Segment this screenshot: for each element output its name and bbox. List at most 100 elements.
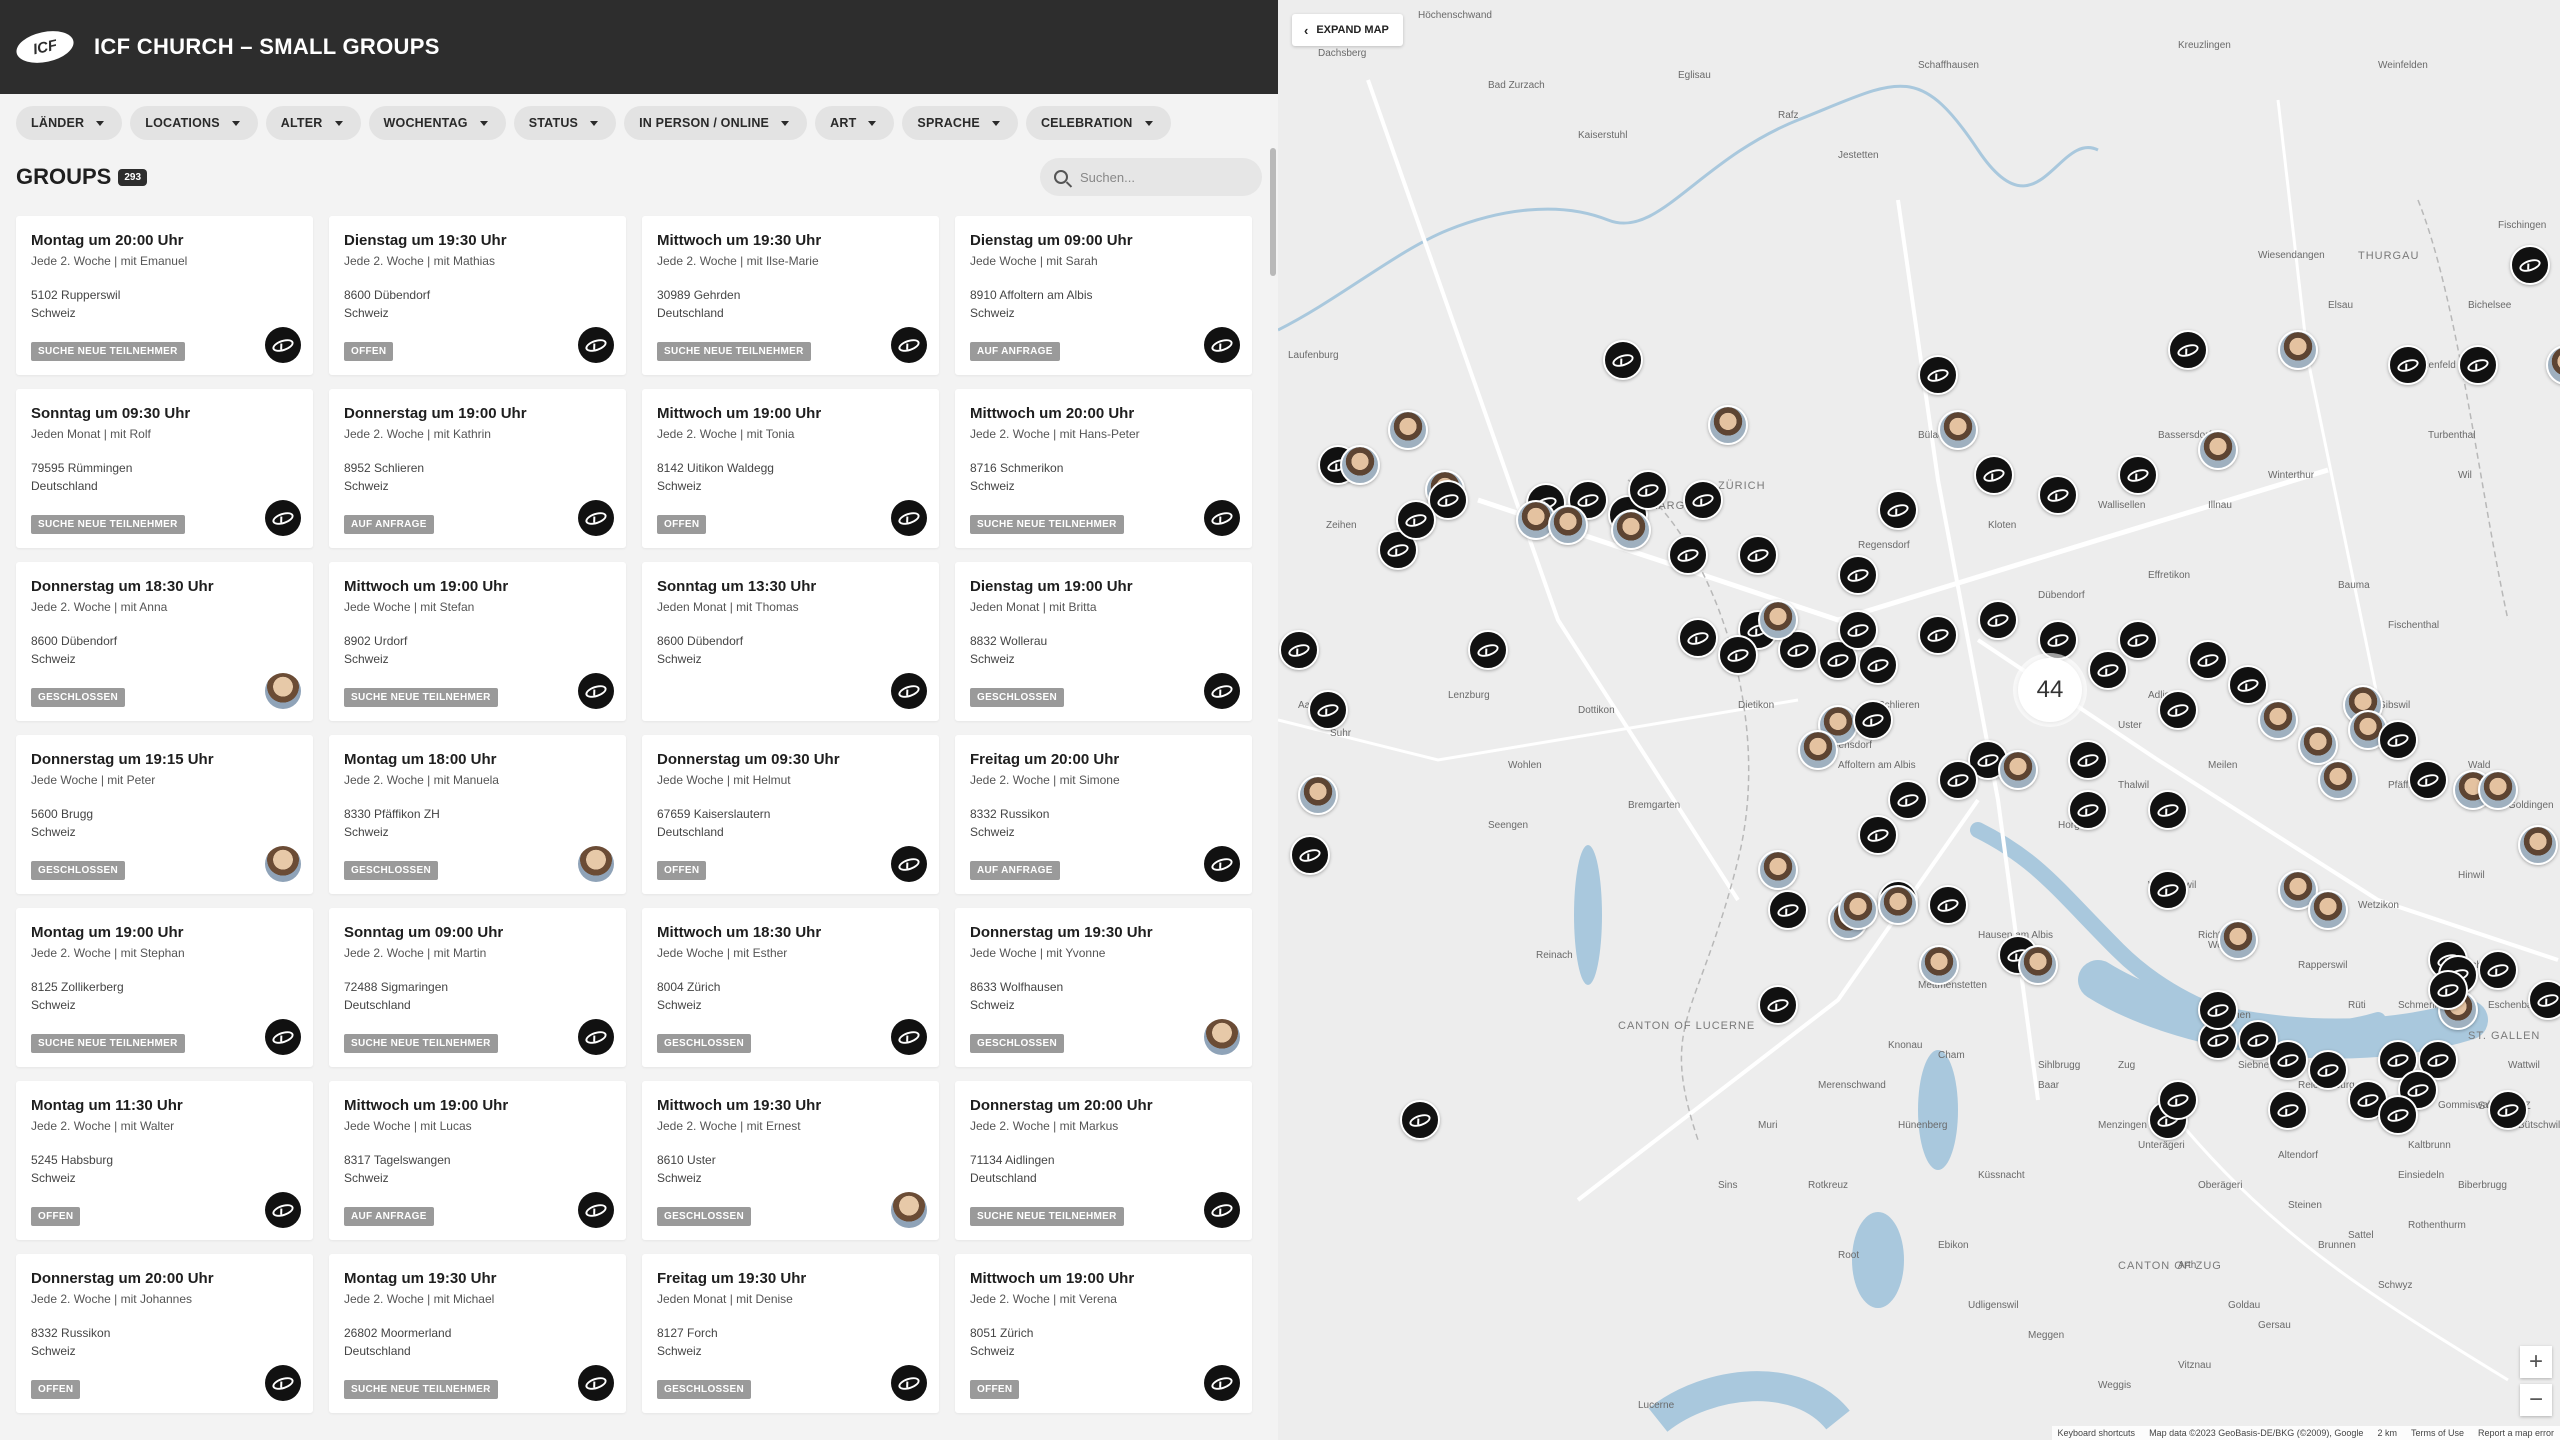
- map-group-marker[interactable]: [1628, 470, 1668, 510]
- map-group-marker[interactable]: [2488, 1090, 2528, 1130]
- map-photo-marker[interactable]: [1838, 890, 1878, 930]
- map-group-marker[interactable]: [1928, 885, 1968, 925]
- group-card[interactable]: Donnerstag um 18:30 Uhr Jede 2. Woche | m…: [16, 562, 313, 721]
- icf-logo[interactable]: ICF: [13, 26, 77, 68]
- map-group-marker[interactable]: [2088, 650, 2128, 690]
- map-group-marker[interactable]: [2038, 475, 2078, 515]
- map-group-marker[interactable]: [2228, 665, 2268, 705]
- map-group-marker[interactable]: [1308, 690, 1348, 730]
- filter-dropdown[interactable]: SPRACHE: [902, 106, 1018, 140]
- search-box[interactable]: [1040, 158, 1262, 196]
- group-card[interactable]: Donnerstag um 19:00 Uhr Jede 2. Woche | m…: [329, 389, 626, 548]
- filter-dropdown[interactable]: ART: [815, 106, 895, 140]
- map-group-marker[interactable]: [1279, 630, 1319, 670]
- group-card[interactable]: Montag um 20:00 Uhr Jede 2. Woche | mit E…: [16, 216, 313, 375]
- map-group-marker[interactable]: [1838, 555, 1878, 595]
- map-photo-marker[interactable]: [2478, 770, 2518, 810]
- map-group-marker[interactable]: [1858, 645, 1898, 685]
- group-card[interactable]: Dienstag um 19:00 Uhr Jeden Monat | mit B…: [955, 562, 1252, 721]
- group-card[interactable]: Donnerstag um 19:15 Uhr Jede Woche | mit …: [16, 735, 313, 894]
- group-card[interactable]: Montag um 18:00 Uhr Jede 2. Woche | mit M…: [329, 735, 626, 894]
- map-group-marker[interactable]: [2038, 620, 2078, 660]
- map-photo-marker[interactable]: [2258, 700, 2298, 740]
- filter-dropdown[interactable]: CELEBRATION: [1025, 106, 1171, 140]
- map-group-marker[interactable]: [2118, 620, 2158, 660]
- map-group-marker[interactable]: [1738, 535, 1778, 575]
- expand-map-button[interactable]: ‹ EXPAND MAP: [1292, 14, 1403, 46]
- map-photo-marker[interactable]: [1758, 850, 1798, 890]
- map-group-marker[interactable]: [2378, 1095, 2418, 1135]
- group-card[interactable]: Montag um 19:00 Uhr Jede 2. Woche | mit S…: [16, 908, 313, 1067]
- map-photo-marker[interactable]: [1611, 510, 1651, 550]
- map-photo-marker[interactable]: [2278, 330, 2318, 370]
- filter-dropdown[interactable]: LOCATIONS: [130, 106, 258, 140]
- group-card[interactable]: Dienstag um 19:30 Uhr Jede 2. Woche | mit…: [329, 216, 626, 375]
- group-card[interactable]: Donnerstag um 20:00 Uhr Jede 2. Woche | m…: [955, 1081, 1252, 1240]
- map-group-marker[interactable]: [2148, 790, 2188, 830]
- map-photo-marker[interactable]: [1758, 600, 1798, 640]
- map-panel[interactable]: HöchenschwandDachsbergLaufenburgZeihenAa…: [1278, 0, 2560, 1440]
- map-photo-marker[interactable]: [1298, 775, 1338, 815]
- map-group-marker[interactable]: [2308, 1050, 2348, 1090]
- group-card[interactable]: Mittwoch um 19:00 Uhr Jede 2. Woche | mit…: [955, 1254, 1252, 1413]
- map-photo-marker[interactable]: [1998, 750, 2038, 790]
- map-photo-marker[interactable]: [2318, 760, 2358, 800]
- report-error-link[interactable]: Report a map error: [2478, 1428, 2554, 1438]
- map-group-marker[interactable]: [1468, 630, 1508, 670]
- group-card[interactable]: Montag um 11:30 Uhr Jede 2. Woche | mit W…: [16, 1081, 313, 1240]
- filter-dropdown[interactable]: ALTER: [265, 106, 361, 140]
- map-group-marker[interactable]: [1668, 535, 1708, 575]
- map-group-marker[interactable]: [2388, 345, 2428, 385]
- group-card[interactable]: Sonntag um 13:30 Uhr Jeden Monat | mit Th…: [642, 562, 939, 721]
- map-group-marker[interactable]: [2510, 245, 2550, 285]
- map-group-marker[interactable]: [1396, 500, 1436, 540]
- search-input[interactable]: [1080, 169, 1240, 185]
- map-photo-marker[interactable]: [1878, 885, 1918, 925]
- map-group-marker[interactable]: [2378, 720, 2418, 760]
- map-group-marker[interactable]: [1678, 618, 1718, 658]
- group-card[interactable]: Sonntag um 09:00 Uhr Jede 2. Woche | mit …: [329, 908, 626, 1067]
- zoom-out-button[interactable]: −: [2520, 1384, 2552, 1416]
- map-group-marker[interactable]: [1978, 600, 2018, 640]
- filter-dropdown[interactable]: LÄNDER: [16, 106, 123, 140]
- map-group-marker[interactable]: [2238, 1020, 2278, 1060]
- group-card[interactable]: Mittwoch um 19:30 Uhr Jede 2. Woche | mit…: [642, 216, 939, 375]
- map-group-marker[interactable]: [2118, 455, 2158, 495]
- group-card[interactable]: Mittwoch um 19:00 Uhr Jede 2. Woche | mit…: [642, 389, 939, 548]
- filter-dropdown[interactable]: WOCHENTAG: [368, 106, 506, 140]
- group-card[interactable]: Donnerstag um 19:30 Uhr Jede Woche | mit …: [955, 908, 1252, 1067]
- map-group-marker[interactable]: [1683, 480, 1723, 520]
- list-scrollbar[interactable]: [1270, 148, 1276, 276]
- map-group-marker[interactable]: [1888, 780, 1928, 820]
- group-card[interactable]: Donnerstag um 09:30 Uhr Jede Woche | mit …: [642, 735, 939, 894]
- group-card[interactable]: Donnerstag um 20:00 Uhr Jede 2. Woche | m…: [16, 1254, 313, 1413]
- map-group-marker[interactable]: [2148, 870, 2188, 910]
- map-group-marker[interactable]: [1938, 760, 1978, 800]
- group-card[interactable]: Montag um 19:30 Uhr Jede 2. Woche | mit M…: [329, 1254, 626, 1413]
- map-photo-marker[interactable]: [1548, 505, 1588, 545]
- map-group-marker[interactable]: [1878, 490, 1918, 530]
- map-group-marker[interactable]: [2528, 980, 2560, 1020]
- map-group-marker[interactable]: [1718, 635, 1758, 675]
- map-group-marker[interactable]: [2158, 1080, 2198, 1120]
- map-group-marker[interactable]: [2188, 640, 2228, 680]
- filter-dropdown[interactable]: IN PERSON / ONLINE: [624, 106, 808, 140]
- map-group-marker[interactable]: [2268, 1090, 2308, 1130]
- map-group-marker[interactable]: [1918, 355, 1958, 395]
- map-group-marker[interactable]: [1918, 615, 1958, 655]
- map-group-marker[interactable]: [2168, 330, 2208, 370]
- map-photo-marker[interactable]: [2308, 890, 2348, 930]
- map-group-marker[interactable]: [1858, 815, 1898, 855]
- group-card[interactable]: Freitag um 20:00 Uhr Jede 2. Woche | mit …: [955, 735, 1252, 894]
- map-group-marker[interactable]: [1758, 985, 1798, 1025]
- map-group-marker[interactable]: [2198, 990, 2238, 1030]
- map-photo-marker[interactable]: [2198, 430, 2238, 470]
- group-card[interactable]: Mittwoch um 20:00 Uhr Jede 2. Woche | mit…: [955, 389, 1252, 548]
- map-group-marker[interactable]: [2428, 970, 2468, 1010]
- map-photo-marker[interactable]: [2298, 725, 2338, 765]
- map-photo-marker[interactable]: [1388, 410, 1428, 450]
- map-cluster-marker[interactable]: 44: [2018, 658, 2082, 722]
- filter-dropdown[interactable]: STATUS: [513, 106, 617, 140]
- group-card[interactable]: Sonntag um 09:30 Uhr Jeden Monat | mit Ro…: [16, 389, 313, 548]
- map-group-marker[interactable]: [1290, 835, 1330, 875]
